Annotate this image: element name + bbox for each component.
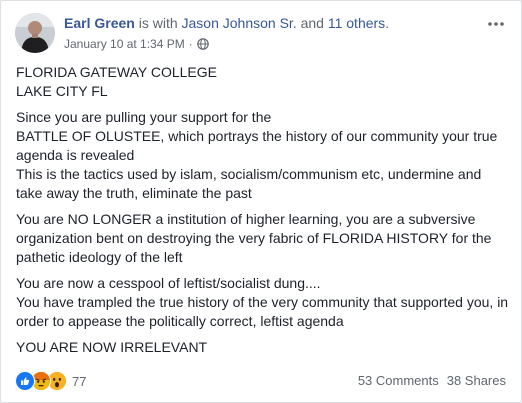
reactions-summary[interactable]: 77 <box>15 371 86 391</box>
shares-link[interactable]: 38 Shares <box>447 373 506 388</box>
post-text: FLORIDA GATEWAY COLLEGE LAKE CITY FL Sin… <box>16 63 511 364</box>
avatar-photo <box>15 13 55 53</box>
globe-icon[interactable] <box>196 38 209 50</box>
footer-divider <box>13 361 509 362</box>
like-icon <box>15 371 35 391</box>
paragraph: Since you are pulling your support for t… <box>16 108 511 203</box>
text-line: You are NO LONGER a institution of highe… <box>16 211 492 265</box>
avatar[interactable] <box>15 13 55 53</box>
text-line: This is the tactics used by islam, socia… <box>16 166 482 201</box>
paragraph: YOU ARE NOW IRRELEVANT <box>16 338 511 357</box>
post-card: Earl Green is with Jason Johnson Sr. and… <box>0 0 522 403</box>
post-meta: January 10 at 1:34 PM · <box>64 37 209 51</box>
period-text: . <box>385 15 390 31</box>
text-line: LAKE CITY FL <box>16 83 108 99</box>
meta-separator: · <box>188 37 193 51</box>
more-dots-icon <box>488 22 504 26</box>
paragraph: You are NO LONGER a institution of highe… <box>16 210 511 267</box>
with-text: is with <box>134 15 182 31</box>
author-name-link[interactable]: Earl Green <box>64 15 135 31</box>
timestamp-link[interactable]: January 10 at 1:34 PM <box>64 37 185 51</box>
and-text: and <box>296 15 328 31</box>
reaction-count: 77 <box>72 373 87 389</box>
text-line: You are now a cesspool of leftist/social… <box>16 275 321 291</box>
text-line: You have trampled the true history of th… <box>16 294 509 329</box>
text-line: BATTLE OF OLUSTEE, which portrays the hi… <box>16 128 498 163</box>
text-line: FLORIDA GATEWAY COLLEGE <box>16 64 217 80</box>
tagged-person-link[interactable]: Jason Johnson Sr. <box>182 15 297 31</box>
paragraph: FLORIDA GATEWAY COLLEGE LAKE CITY FL <box>16 63 511 101</box>
others-link[interactable]: 11 others <box>328 15 385 31</box>
post-header: Earl Green is with Jason Johnson Sr. and… <box>64 15 389 31</box>
comments-link[interactable]: 53 Comments <box>358 373 439 388</box>
more-options-button[interactable] <box>485 13 507 35</box>
paragraph: You are now a cesspool of leftist/social… <box>16 274 511 331</box>
text-line: YOU ARE NOW IRRELEVANT <box>16 339 208 355</box>
footer-stats: 53 Comments 38 Shares <box>358 373 506 388</box>
text-line: Since you are pulling your support for t… <box>16 109 272 125</box>
